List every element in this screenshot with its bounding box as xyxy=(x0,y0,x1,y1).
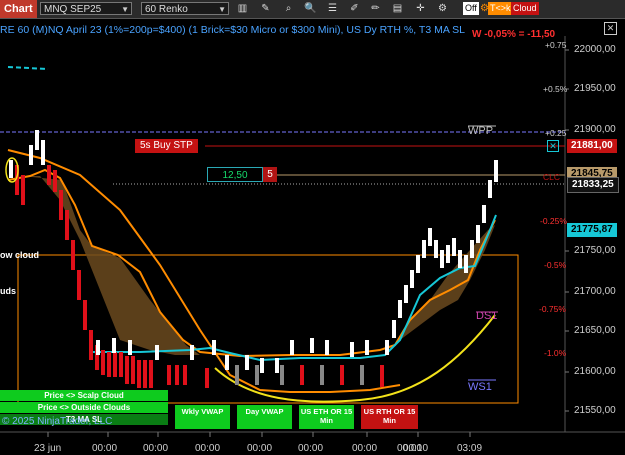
price-tick: 22000,00 xyxy=(574,44,616,55)
pct-label: +0.5% xyxy=(543,84,568,94)
pct-label: -0.75% xyxy=(539,304,566,314)
time-label: 00:00 xyxy=(143,443,169,454)
copyright: © 2025 NinjaTrader, LLC xyxy=(2,416,113,427)
cancel-order-icon[interactable]: ✕ xyxy=(547,140,559,152)
time-label: 23 jun xyxy=(34,443,62,454)
scalp-cloud-button[interactable]: Price <> Scalp Cloud xyxy=(0,390,168,401)
renko-bricks-gray xyxy=(235,365,364,385)
price-tick: 21550,00 xyxy=(574,405,616,416)
clouds-label: uds xyxy=(0,286,17,296)
time-label: 00:00 xyxy=(247,443,273,454)
pct-label: -0.25% xyxy=(540,216,567,226)
wkly-vwap-button[interactable]: Wkly VWAP xyxy=(175,405,230,429)
order-price-box[interactable]: 12,50 xyxy=(207,167,263,182)
price-badge-buy-stop: 21881,00 xyxy=(567,139,617,153)
us-eth-or-button[interactable]: US ETH OR 15 Min xyxy=(299,405,354,429)
time-label: 00:10 xyxy=(403,443,429,454)
ws1-label: WS1 xyxy=(468,381,492,393)
time-label: 00:00 xyxy=(92,443,118,454)
time-label: 03:09 xyxy=(457,443,483,454)
price-tick: 21650,00 xyxy=(574,325,616,336)
price-tick: 21700,00 xyxy=(574,286,616,297)
clc-label: CLC xyxy=(543,172,561,182)
cloud-label: ow cloud xyxy=(0,250,39,260)
day-vwap-button[interactable]: Day VWAP xyxy=(237,405,292,429)
price-badge-cloud: 21775,87 xyxy=(567,223,617,237)
order-qty-box[interactable]: 5 xyxy=(263,167,277,182)
cloud-dash xyxy=(7,66,49,70)
outside-clouds-button[interactable]: Price <> Outside Clouds xyxy=(0,402,168,413)
us-rth-or-button[interactable]: US RTH OR 15 Min xyxy=(361,405,418,429)
x-ticks xyxy=(47,432,471,437)
price-tick: 21600,00 xyxy=(574,366,616,377)
price-badge-last: 21833,25 xyxy=(567,177,619,193)
buy-stop-order[interactable]: 5s Buy STP xyxy=(135,139,198,153)
time-label: 00:00 xyxy=(195,443,221,454)
orange-ma-fast xyxy=(7,168,496,358)
chart-plot xyxy=(0,36,625,437)
ds1-label: DS1 xyxy=(476,310,498,322)
pct-label: +0.25 xyxy=(545,128,567,138)
price-tick: 21950,00 xyxy=(574,83,616,94)
time-label: 00:00 xyxy=(298,443,324,454)
price-tick: 21900,00 xyxy=(574,124,616,135)
wpp-label: WPP xyxy=(468,125,494,137)
brown-cloud-right xyxy=(400,225,495,340)
price-tick: 21750,00 xyxy=(574,245,616,256)
pct-label: +0.75 xyxy=(545,40,567,50)
pct-label: -1.0% xyxy=(544,348,567,358)
time-label: 00:00 xyxy=(352,443,378,454)
pct-label: -0.5% xyxy=(544,260,567,270)
